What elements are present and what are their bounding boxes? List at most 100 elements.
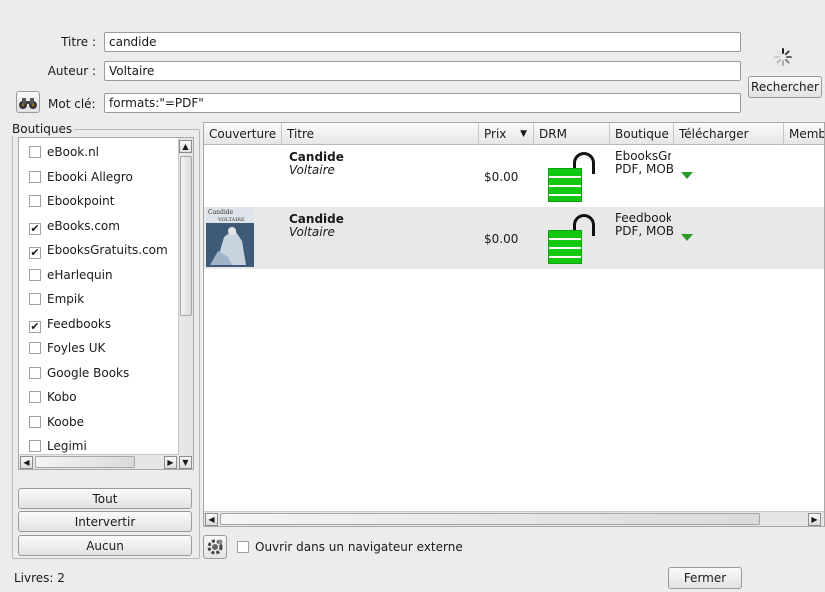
store-item[interactable]: Ebooki Allegro [29,167,133,187]
open-external-option[interactable]: Ouvrir dans un navigateur externe [237,540,463,554]
store-label: Ebookpoint [47,194,115,208]
books-count-status: Livres: 2 [14,571,65,585]
title-label: Titre : [61,35,96,49]
store-checkbox[interactable] [29,268,41,281]
cover-title-text: Candide [208,209,234,216]
store-formats: PDF, MOBI, [615,162,675,176]
store-name: Feedbooks [615,211,671,225]
store-item[interactable]: Google Books [29,363,129,383]
scroll-down-button[interactable]: ▼ [179,456,192,469]
store-checkbox[interactable] [29,342,41,354]
results-horizontal-scrollbar[interactable]: ◀ ▶ [204,511,824,526]
scroll-left-button[interactable]: ◀ [20,456,33,469]
store-checkbox[interactable]: ✔ [29,222,41,235]
store-label: Google Books [47,365,130,380]
column-cover[interactable]: Couverture [204,123,282,145]
store-name: EbooksGra [615,149,671,163]
column-store[interactable]: Boutique [610,123,674,145]
store-checkbox[interactable] [29,415,41,428]
store-item[interactable]: Koobe [29,412,84,432]
store-checkbox[interactable]: ✔ [29,320,41,333]
open-external-label: Ouvrir dans un navigateur externe [255,540,463,554]
book-price: $0.00 [484,170,519,184]
binoculars-button[interactable] [16,91,40,113]
stores-group-label: Boutiques [10,122,75,136]
keyword-input[interactable]: formats:"=PDF" [104,93,741,113]
unlocked-drm-icon [548,210,600,268]
store-item[interactable]: ✔ eBooks.com [29,216,120,236]
select-none-button[interactable]: Aucun [18,535,192,556]
results-scroll-right-button[interactable]: ▶ [808,513,821,526]
store-formats: PDF, MOBI, [615,224,675,238]
invert-selection-button[interactable]: Intervertir [18,511,192,532]
results-table[interactable]: Couverture Titre Prix ▼ DRM Boutique Tél… [203,122,825,527]
loading-spinner-icon [774,48,792,66]
store-item[interactable]: eBook.nl [29,142,99,162]
results-header: Couverture Titre Prix ▼ DRM Boutique Tél… [204,123,824,145]
store-checkbox[interactable] [29,440,41,452]
store-item[interactable]: ✔ EbooksGratuits.com [29,240,168,260]
configure-button[interactable] [203,535,227,559]
book-title: Candide [289,150,344,164]
column-drm[interactable]: DRM [534,123,610,145]
scroll-right-button[interactable]: ▶ [164,456,177,469]
cover-author-text: VOLTAIRE [217,217,245,223]
keyword-label: Mot clé: [48,97,96,111]
store-item[interactable]: Kobo [29,387,77,407]
open-external-checkbox[interactable] [237,541,249,553]
close-button[interactable]: Fermer [668,567,742,589]
select-all-button[interactable]: Tout [18,488,192,509]
stores-list[interactable]: eBook.nl Ebooki Allegro Ebookpoint ✔ eBooks.… [18,137,194,470]
scroll-up-button[interactable]: ▲ [179,140,192,153]
store-label: Legimi [47,439,87,453]
unlocked-drm-icon [548,148,600,206]
book-author: Voltaire [289,225,335,239]
store-checkbox[interactable] [29,391,41,403]
column-members[interactable]: Memb [784,123,824,145]
store-item[interactable]: Legimi [29,436,87,456]
store-label: eHarlequin [47,267,113,282]
column-price-label: Prix [484,127,507,141]
store-label: Kobo [47,390,77,404]
results-hscroll-thumb[interactable] [220,513,760,525]
store-label: Ebooki Allegro [47,169,133,184]
config-gear-icon [207,539,223,555]
store-item[interactable]: eHarlequin [29,265,113,285]
store-label: Feedbooks [47,316,112,331]
column-title[interactable]: Titre [282,123,479,145]
store-checkbox[interactable]: ✔ [29,247,41,259]
store-item[interactable]: Empik [29,289,84,309]
search-button[interactable]: Rechercher [748,76,822,98]
store-checkbox[interactable] [29,293,41,305]
book-cover-image: Candide VOLTAIRE [206,207,254,267]
download-arrow-icon[interactable] [681,172,693,179]
scroll-thumb[interactable] [180,156,192,316]
store-checkbox[interactable] [29,146,41,158]
book-title: Candide [289,212,344,226]
stores-horizontal-scrollbar[interactable]: ◀ ▶ [19,454,179,469]
store-checkbox[interactable] [29,366,41,379]
download-arrow-icon[interactable] [681,234,693,241]
stores-vertical-scrollbar[interactable]: ▲ ▼ [178,138,193,469]
store-checkbox[interactable] [29,195,41,207]
store-checkbox[interactable] [29,170,41,183]
store-label: Empik [47,292,85,306]
author-label: Auteur : [47,64,96,78]
store-label: EbooksGratuits.com [47,243,168,257]
column-price[interactable]: Prix ▼ [479,123,534,145]
results-scroll-left-button[interactable]: ◀ [205,513,218,526]
table-row[interactable]: Candide VOLTAIRE Candide Voltaire $0.00 … [204,207,824,269]
author-input[interactable]: Voltaire [104,61,741,81]
hscroll-thumb[interactable] [35,456,135,468]
sort-chevron-down-icon: ▼ [520,129,527,139]
column-download[interactable]: Télécharger [674,123,784,145]
book-price: $0.00 [484,232,519,246]
store-label: Foyles UK [47,341,106,355]
book-author: Voltaire [289,163,335,177]
title-input[interactable]: candide [104,32,741,52]
store-item[interactable]: Ebookpoint [29,191,114,211]
binoculars-icon [19,98,37,109]
store-item[interactable]: Foyles UK [29,338,105,358]
table-row[interactable]: Candide Voltaire $0.00 EbooksGra PDF, MO… [204,145,824,207]
store-item[interactable]: ✔ Feedbooks [29,314,111,334]
